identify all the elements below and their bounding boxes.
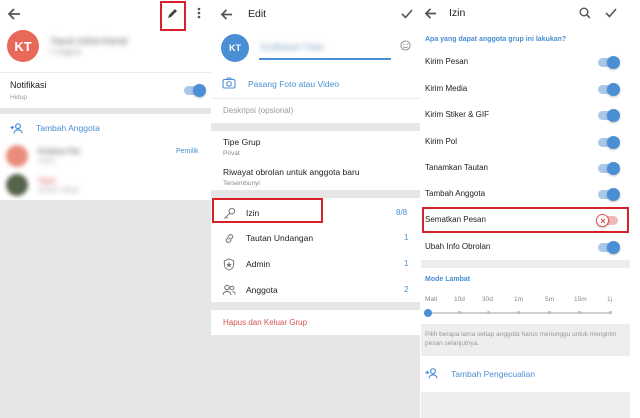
add-exception-button[interactable]: Tambah Pengecualian xyxy=(451,369,535,379)
member-name[interactable]: Kristina Fitri xyxy=(38,147,80,156)
invite-links-count: 1 xyxy=(404,233,409,242)
slow-mode-stop xyxy=(517,311,520,314)
slow-mode-tick: 15m xyxy=(574,296,587,303)
add-exception-icon xyxy=(425,367,439,379)
page-title: Edit xyxy=(248,8,267,20)
camera-icon xyxy=(222,76,236,90)
slow-mode-tick: 30d xyxy=(482,296,493,303)
bottom-filler xyxy=(421,392,630,418)
link-icon xyxy=(222,231,236,245)
add-member-button[interactable]: Tambah Anggota xyxy=(36,123,100,133)
set-photo-button[interactable]: Pasang Foto atau Video xyxy=(248,79,339,89)
search-icon[interactable] xyxy=(578,6,592,20)
slow-mode-handle[interactable] xyxy=(424,309,432,317)
group-type-label[interactable]: Tipe Grup xyxy=(223,137,260,147)
slow-mode-hint: Pilih berapa lama setiap anggota harus m… xyxy=(425,331,617,347)
slow-mode-stop xyxy=(609,311,612,314)
divider xyxy=(0,72,211,73)
history-label[interactable]: Riwayat obrolan untuk anggota baru xyxy=(223,167,360,177)
member-name[interactable]: Agus xyxy=(38,176,56,185)
checkmark-icon[interactable] xyxy=(400,7,414,21)
permission-toggle[interactable] xyxy=(598,241,620,254)
back-arrow-icon[interactable] xyxy=(219,7,233,21)
admins-count: 1 xyxy=(404,259,409,268)
slow-mode-tick: 1m xyxy=(514,296,524,303)
permission-label: Tanamkan Tautan xyxy=(425,163,489,172)
notifications-toggle[interactable] xyxy=(184,84,206,97)
permission-toggle[interactable] xyxy=(598,162,620,175)
member-status: online xyxy=(38,158,56,165)
group-name-input[interactable]: Kurikulum Tutor xyxy=(261,42,324,52)
slow-mode-stop xyxy=(548,311,551,314)
group-name: Yayuk Indria Kamal xyxy=(50,36,128,46)
group-type-value: Privat xyxy=(223,150,240,157)
group-avatar[interactable]: KT xyxy=(7,30,39,62)
permissions-question: Apa yang dapat anggota grup ini lakukan? xyxy=(425,36,567,43)
edit-highlight-box xyxy=(160,1,186,31)
page-title: Izin xyxy=(449,7,466,19)
member-status: terakhir dilihat xyxy=(38,187,79,194)
permission-toggle[interactable] xyxy=(598,136,620,149)
permissions-highlight-box xyxy=(212,198,323,223)
slow-mode-tick: 10d xyxy=(454,296,465,303)
add-member-icon xyxy=(10,122,24,134)
permission-label: Tambah Anggota xyxy=(425,189,486,198)
member-avatar[interactable] xyxy=(6,174,28,196)
group-info-panel: KT Yayuk Indria Kamal 2 anggota Notifika… xyxy=(0,0,211,418)
delete-group-button[interactable]: Hapus dan Keluar Grup xyxy=(223,318,307,327)
group-name-underline xyxy=(259,58,391,60)
slow-mode-stop xyxy=(458,311,461,314)
permission-label: Ubah Info Obrolan xyxy=(425,242,491,251)
permission-toggle[interactable] xyxy=(598,56,620,69)
divider xyxy=(211,98,420,99)
emoji-icon[interactable] xyxy=(399,39,411,51)
admins-item[interactable]: Admin xyxy=(246,259,270,269)
checkmark-icon[interactable] xyxy=(604,6,618,20)
slow-mode-tick: Mati xyxy=(425,296,438,303)
member-avatar[interactable] xyxy=(6,145,28,167)
edit-header-card xyxy=(211,0,420,123)
slow-mode-label: Mode Lambat xyxy=(425,276,471,283)
back-arrow-icon[interactable] xyxy=(423,6,437,20)
slow-mode-tick: 5m xyxy=(545,296,555,303)
slow-mode-stop xyxy=(578,311,581,314)
members-icon xyxy=(222,283,236,297)
group-avatar[interactable]: KT xyxy=(221,34,249,62)
slow-mode-tick: 1j xyxy=(607,296,613,303)
notifications-label: Notifikasi xyxy=(10,80,47,90)
slow-mode-stop xyxy=(487,311,490,314)
permission-toggle[interactable] xyxy=(598,109,620,122)
members-card xyxy=(0,114,211,200)
permissions-panel: Izin Apa yang dapat anggota grup ini lak… xyxy=(421,0,630,418)
permission-toggle[interactable] xyxy=(598,188,620,201)
permission-toggle[interactable] xyxy=(598,83,620,96)
description-input[interactable]: Deskripsi (opsional) xyxy=(223,106,293,115)
edit-group-panel: Edit KT Kurikulum Tutor Pasang Foto atau… xyxy=(211,0,420,418)
section-separator xyxy=(421,260,630,268)
owner-badge: Pemilik xyxy=(176,148,199,155)
invite-links-item[interactable]: Tautan Undangan xyxy=(246,233,313,243)
group-status: 2 anggota xyxy=(50,49,82,56)
admin-shield-icon xyxy=(222,257,236,271)
permission-label: Kirim Pesan xyxy=(425,57,469,66)
permission-label: Kirim Stiker & GIF xyxy=(425,110,490,119)
members-item[interactable]: Anggota xyxy=(246,285,278,295)
permission-label: Kirim Media xyxy=(425,84,468,93)
members-count: 2 xyxy=(404,285,409,294)
more-menu-icon[interactable] xyxy=(194,6,204,20)
permissions-count: 8/8 xyxy=(396,208,408,217)
back-arrow-icon[interactable] xyxy=(6,6,22,22)
pin-messages-highlight-box xyxy=(422,207,629,233)
notifications-status: Hidup xyxy=(10,94,27,101)
permission-label: Kirim Pol xyxy=(425,137,458,146)
history-value: Tersembunyi xyxy=(223,180,260,187)
